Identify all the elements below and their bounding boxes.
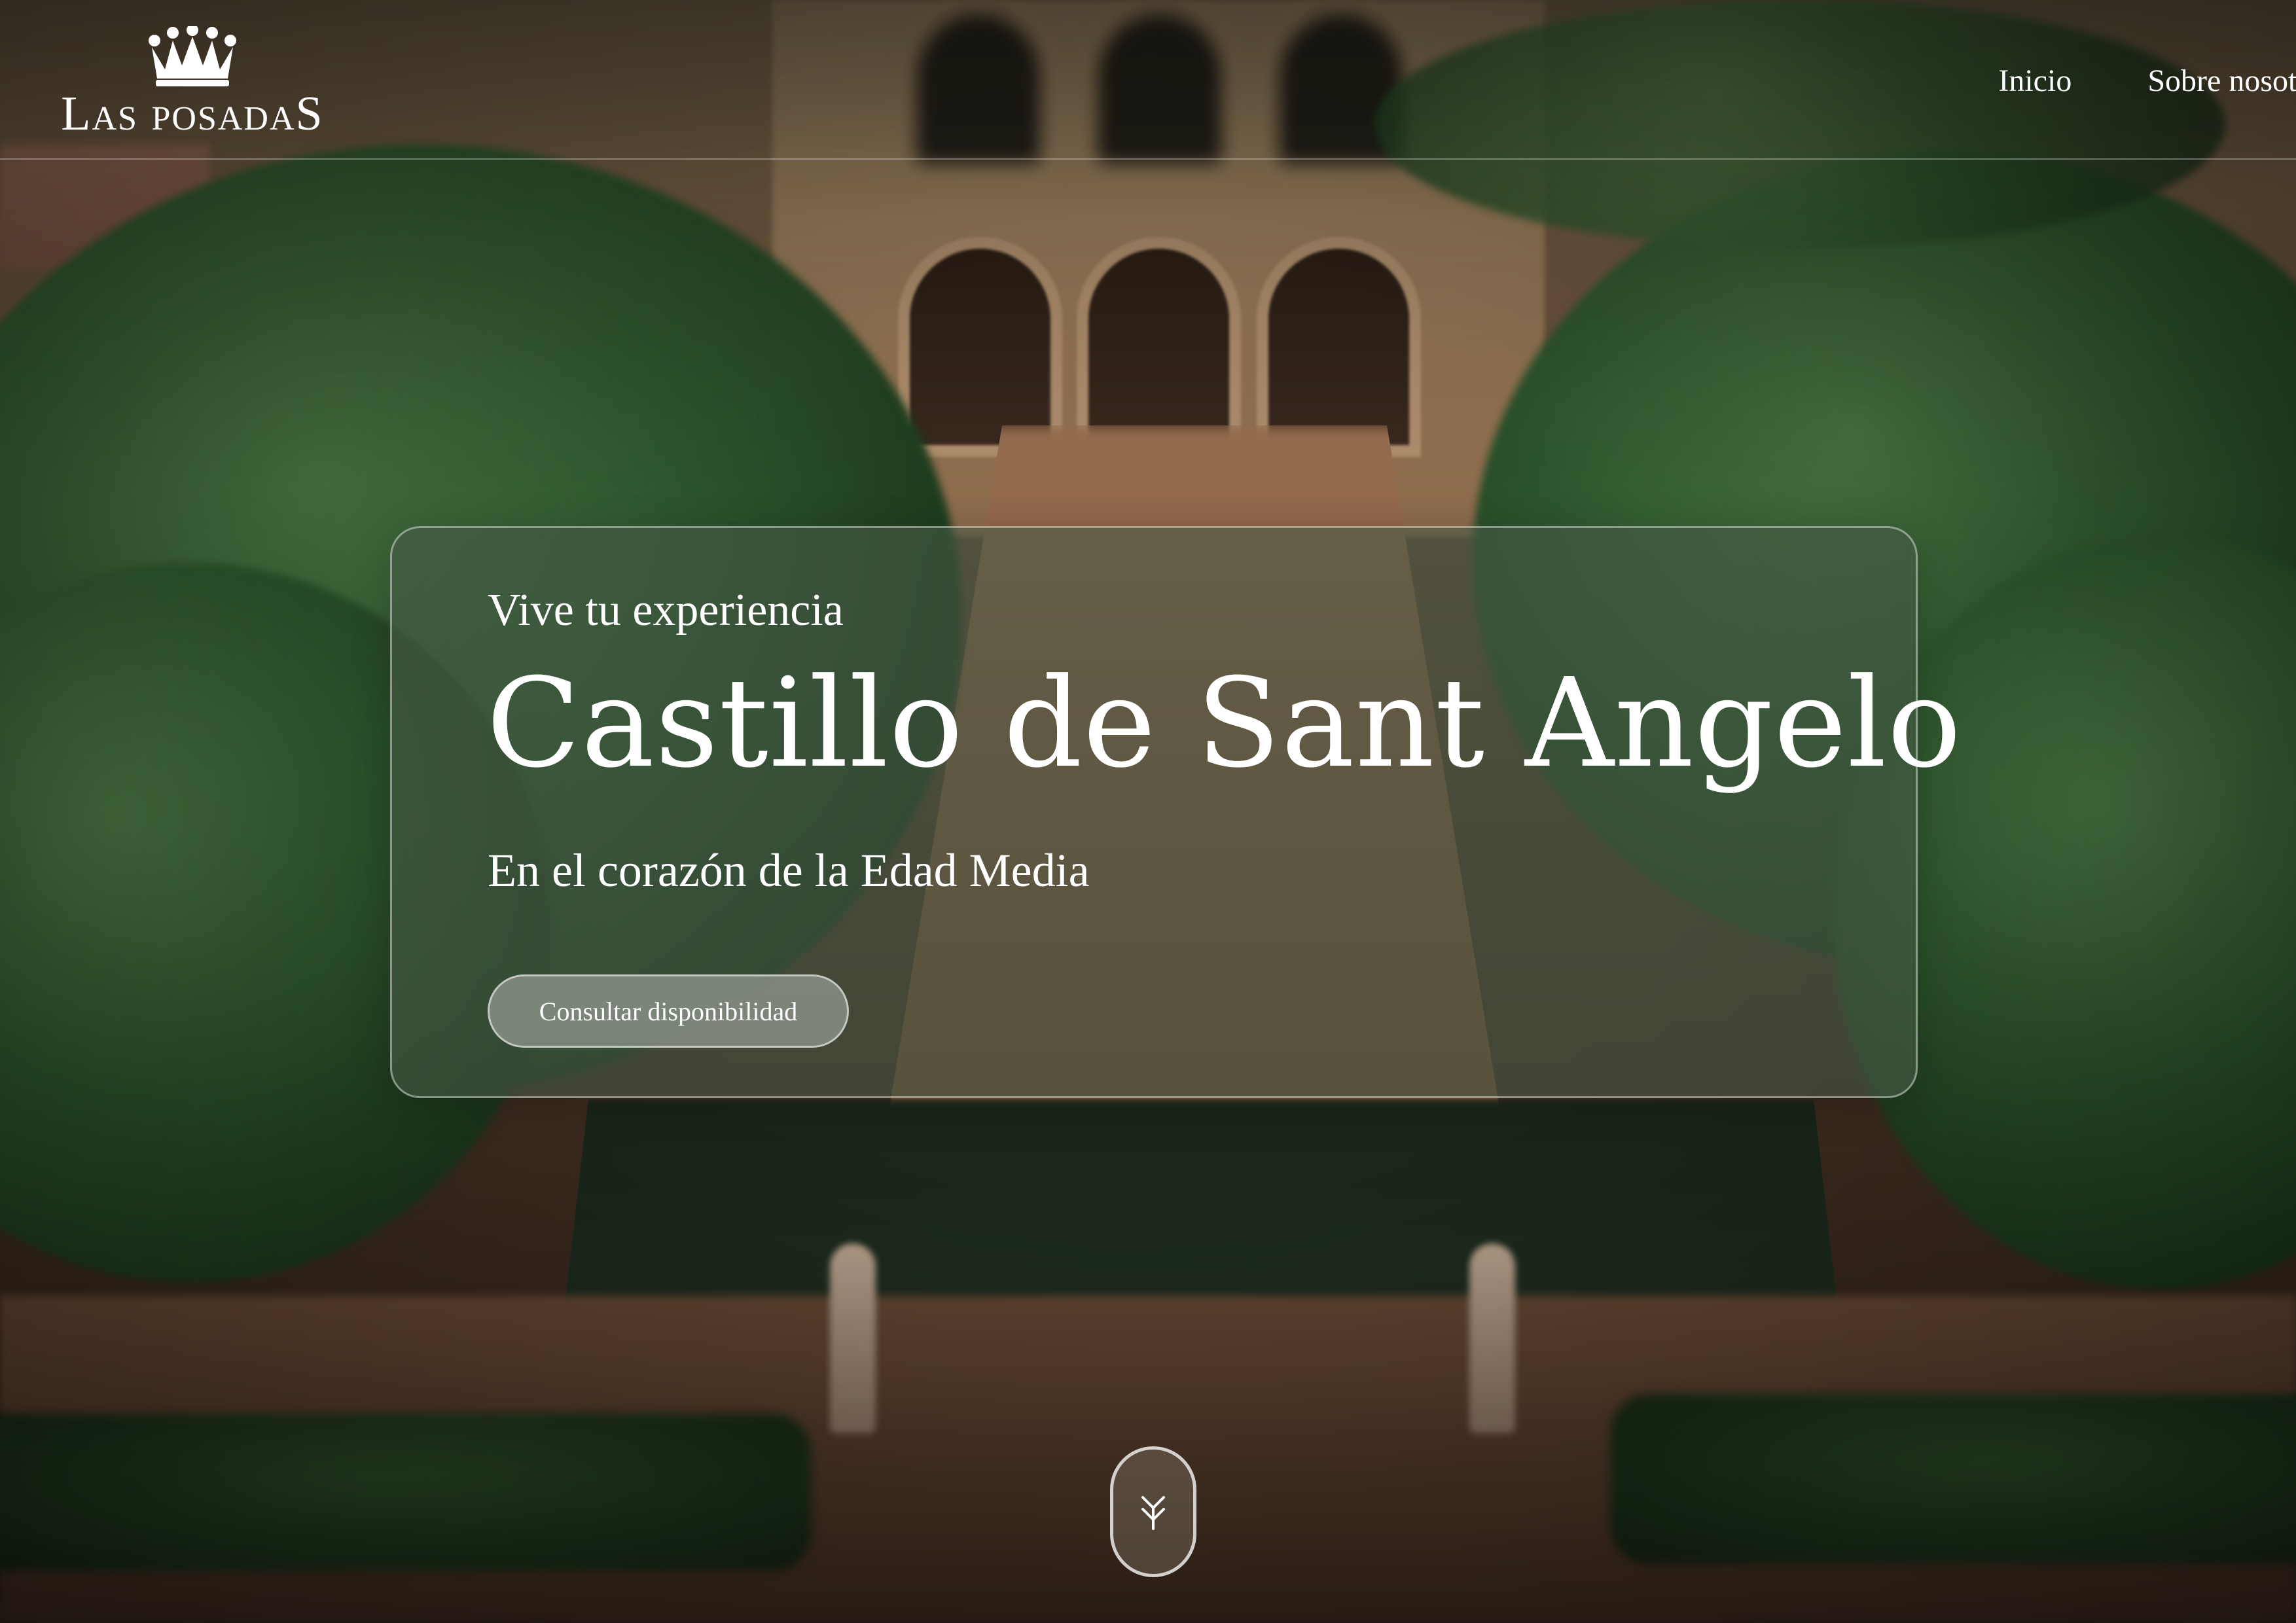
check-availability-button[interactable]: Consultar disponibilidad (488, 974, 849, 1048)
scroll-down-button[interactable] (1110, 1446, 1196, 1577)
nav-item-sobre-nosotros[interactable]: Sobre nosotros (2147, 63, 2296, 99)
site-header: Las posadaS Inicio Sobre nosotros (0, 0, 2296, 160)
hero-eyebrow: Vive tu experiencia (488, 585, 844, 635)
chevrons-down-icon (1141, 1496, 1165, 1530)
main-navigation: Inicio Sobre nosotros (1998, 58, 2296, 103)
landing-page: Las posadaS Inicio Sobre nosotros Vive t… (0, 0, 2296, 1623)
nav-item-inicio[interactable]: Inicio (1998, 63, 2072, 99)
crown-icon (149, 26, 236, 86)
brand-name: Las posadaS (61, 87, 324, 141)
hero-title: Castillo de Sant Angelo (486, 652, 1962, 795)
hero-subtitle: En el corazón de la Edad Media (488, 844, 1090, 897)
hero-card: Vive tu experiencia Castillo de Sant Ang… (390, 526, 1962, 1098)
brand-logo[interactable]: Las posadaS (48, 26, 336, 141)
